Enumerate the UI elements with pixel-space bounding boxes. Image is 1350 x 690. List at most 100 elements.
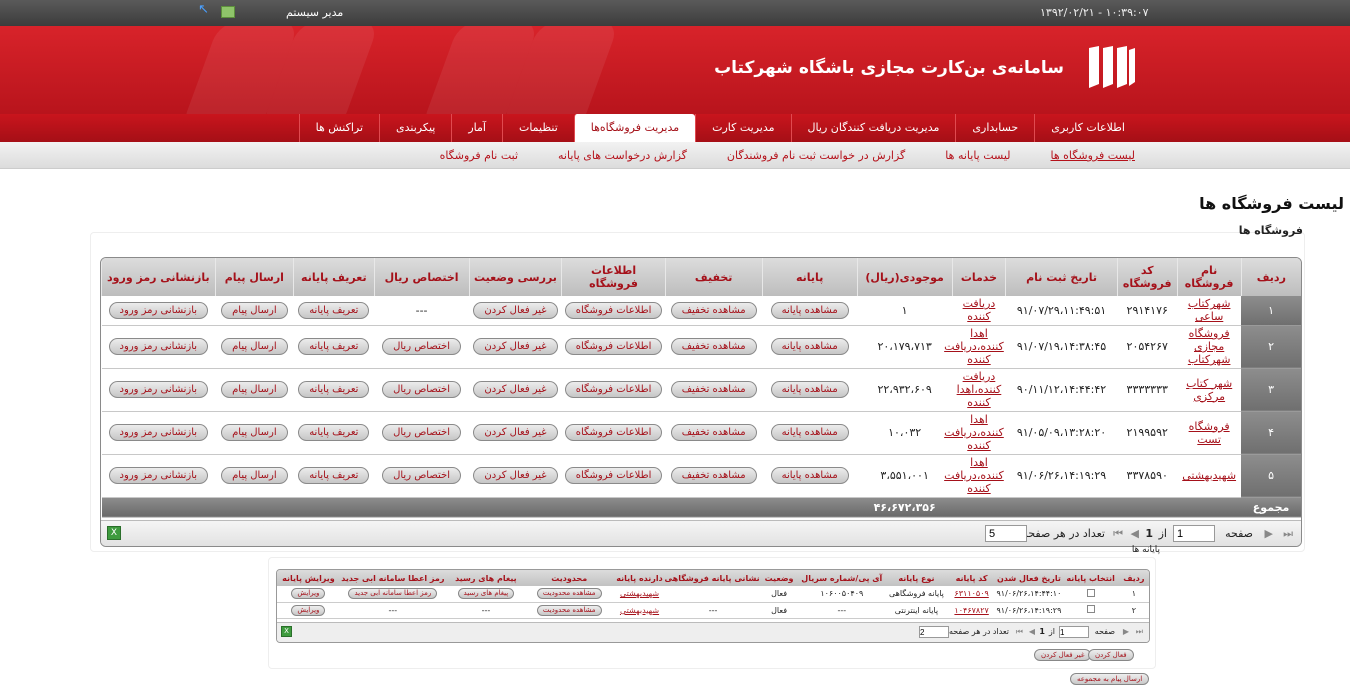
tab-rial-receivers[interactable]: مدیریت دریافت کنندگان ریال — [790, 114, 956, 142]
subnav-terminal-list[interactable]: لیست پایانه ها — [945, 149, 1010, 162]
reset-password-button[interactable]: بازنشانی رمز ورود — [108, 301, 209, 319]
last-page-icon[interactable]: ⏮ — [1113, 527, 1123, 541]
send-message-button[interactable]: ارسال پیام — [221, 467, 288, 484]
page-size-input[interactable] — [985, 525, 1027, 542]
first-page-icon[interactable]: ⏭ — [1283, 527, 1293, 541]
col-header[interactable]: نوع پایانه — [885, 570, 948, 586]
col-header[interactable]: تاریخ ثبت نام — [1005, 258, 1118, 296]
subnav-store-list[interactable]: لیست فروشگاه ها — [1051, 149, 1135, 162]
subnav-seller-registration-report[interactable]: گزارش در خواست ثبت نام فروشندگان — [727, 149, 905, 162]
edit-terminal-button[interactable]: ویرایش — [291, 588, 326, 600]
allocate-rial-button[interactable]: اختصاص ریال — [382, 338, 461, 355]
select-checkbox[interactable] — [1086, 588, 1095, 597]
activate-button[interactable]: فعال کردن — [1088, 649, 1134, 661]
tab-transactions[interactable]: تراکنش ها — [298, 114, 379, 142]
admin-label[interactable]: مدیر سیستم — [286, 6, 343, 19]
subnav-terminal-request-report[interactable]: گزارش درخواست های پایانه — [558, 149, 687, 162]
col-header[interactable]: تاریخ فعال شدن — [995, 570, 1063, 586]
allocate-rial-button[interactable]: اختصاص ریال — [382, 467, 461, 484]
terminal-code-link[interactable]: ۱۰۴۶۷۸۲۷ — [954, 606, 988, 615]
arrow-icon[interactable]: ↖ — [198, 3, 212, 17]
store-name-link[interactable]: شهر کتاب مرکزی — [1186, 377, 1232, 403]
next-page-icon[interactable]: ◀ — [1029, 627, 1035, 636]
store-info-button[interactable]: اطلاعات فروشگاه — [564, 338, 663, 355]
service-link[interactable]: اهدا کننده،دریافت کننده — [944, 413, 1004, 452]
send-message-button[interactable]: ارسال پیام — [221, 424, 288, 441]
view-terminal-button[interactable]: مشاهده پایانه — [770, 301, 849, 319]
page-number-input[interactable] — [1059, 626, 1089, 638]
first-page-icon[interactable]: ⏭ — [1136, 627, 1143, 637]
define-terminal-button[interactable]: تعریف پایانه — [298, 338, 370, 355]
reset-password-button[interactable]: بازنشانی رمز ورود — [108, 338, 209, 355]
col-header[interactable]: وضعیت — [759, 570, 799, 586]
send-message-button[interactable]: ارسال پیام — [221, 381, 288, 398]
reset-password-button[interactable]: بازنشانی رمز ورود — [108, 381, 209, 398]
receipt-messages-button[interactable]: پیغام های رسید — [457, 588, 515, 600]
view-discount-button[interactable]: مشاهده تخفیف — [670, 381, 757, 398]
service-link[interactable]: اهدا کننده،دریافت کننده — [944, 327, 1004, 366]
service-link[interactable]: دریافت کننده — [963, 297, 996, 323]
tab-store-management[interactable]: مدیریت فروشگاه‌ها — [573, 114, 696, 142]
deactivate-button[interactable]: غیر فعال کردن — [473, 381, 558, 398]
view-limit-button[interactable]: مشاهده محدودیت — [536, 604, 602, 616]
tab-card-management[interactable]: مدیریت کارت — [695, 114, 790, 142]
excel-export-icon[interactable]: X — [107, 526, 121, 540]
col-header[interactable]: موجودی(ریال) — [856, 258, 953, 296]
mail-icon[interactable] — [221, 6, 235, 18]
define-terminal-button[interactable]: تعریف پایانه — [298, 467, 370, 484]
tab-settings[interactable]: تنظیمات — [501, 114, 574, 142]
view-terminal-button[interactable]: مشاهده پایانه — [770, 467, 849, 484]
page-size-input[interactable] — [919, 626, 949, 638]
service-link[interactable]: اهدا کننده،دریافت کننده — [944, 456, 1004, 495]
view-terminal-button[interactable]: مشاهده پایانه — [770, 424, 849, 441]
group-message-button[interactable]: ارسال پیام به مجموعه — [1070, 673, 1150, 685]
col-header[interactable]: نام فروشگاه — [1176, 258, 1242, 296]
next-page-icon[interactable]: ◀ — [1131, 527, 1139, 540]
allocate-rial-button[interactable]: اختصاص ریال — [382, 424, 461, 441]
col-header[interactable]: نشانی پایانه فروشگاهی — [665, 570, 760, 586]
tab-accounting[interactable]: حسابداری — [955, 114, 1034, 142]
new-password-button[interactable]: رمز اعطا سامانه ابی جدید — [348, 588, 438, 600]
prev-page-icon[interactable]: ▶ — [1123, 627, 1129, 636]
col-header[interactable]: آی پی/شماره سریال — [798, 570, 886, 586]
define-terminal-button[interactable]: تعریف پایانه — [298, 424, 370, 441]
col-header[interactable]: کد فروشگاه — [1116, 258, 1178, 296]
define-terminal-button[interactable]: تعریف پایانه — [298, 381, 370, 398]
service-link[interactable]: دریافت کننده،اهدا کننده — [957, 370, 1002, 409]
last-page-icon[interactable]: ⏮ — [1016, 627, 1023, 637]
define-terminal-button[interactable]: تعریف پایانه — [298, 301, 370, 319]
store-name-link[interactable]: شهرکتاب ساعی — [1188, 297, 1231, 323]
deactivate-button[interactable]: غیر فعال کردن — [473, 467, 558, 484]
allocate-rial-button[interactable]: اختصاص ریال — [382, 381, 461, 398]
select-checkbox[interactable] — [1086, 605, 1095, 613]
store-name-link[interactable]: شهیدبهشتی — [1182, 469, 1236, 482]
terminal-code-link[interactable]: ۶۳۱۱۰۵۰۹ — [954, 589, 988, 598]
view-terminal-button[interactable]: مشاهده پایانه — [770, 338, 849, 355]
page-number-input[interactable] — [1173, 525, 1215, 542]
view-terminal-button[interactable]: مشاهده پایانه — [770, 381, 849, 398]
store-info-button[interactable]: اطلاعات فروشگاه — [564, 424, 663, 441]
view-discount-button[interactable]: مشاهده تخفیف — [670, 467, 757, 484]
view-discount-button[interactable]: مشاهده تخفیف — [670, 338, 757, 355]
deactivate-button[interactable]: غیر فعال کردن — [473, 338, 558, 355]
store-info-button[interactable]: اطلاعات فروشگاه — [564, 381, 663, 398]
edit-terminal-button[interactable]: ویرایش — [291, 604, 326, 616]
store-name-link[interactable]: فروشگاه تست — [1189, 420, 1230, 446]
owner-link[interactable]: شهیدبهشتی — [620, 606, 659, 615]
view-discount-button[interactable]: مشاهده تخفیف — [670, 301, 757, 319]
owner-link[interactable]: شهیدبهشتی — [620, 589, 659, 598]
send-message-button[interactable]: ارسال پیام — [221, 301, 288, 319]
col-header[interactable]: دارنده پایانه — [612, 570, 667, 586]
reset-password-button[interactable]: بازنشانی رمز ورود — [108, 424, 209, 441]
store-info-button[interactable]: اطلاعات فروشگاه — [564, 301, 663, 319]
view-discount-button[interactable]: مشاهده تخفیف — [670, 424, 757, 441]
deactivate-button[interactable]: غیر فعال کردن — [473, 301, 558, 319]
store-name-link[interactable]: فروشگاه مجازی شهرکتاب — [1188, 327, 1231, 366]
tab-statistics[interactable]: آمار — [451, 114, 502, 142]
store-info-button[interactable]: اطلاعات فروشگاه — [564, 467, 663, 484]
view-limit-button[interactable]: مشاهده محدودیت — [536, 588, 602, 600]
send-message-button[interactable]: ارسال پیام — [221, 338, 288, 355]
tab-user-info[interactable]: اطلاعات کاربری — [1034, 114, 1141, 142]
prev-page-icon[interactable]: ▶ — [1265, 527, 1273, 540]
deactivate-button[interactable]: غیر فعال کردن — [473, 424, 558, 441]
